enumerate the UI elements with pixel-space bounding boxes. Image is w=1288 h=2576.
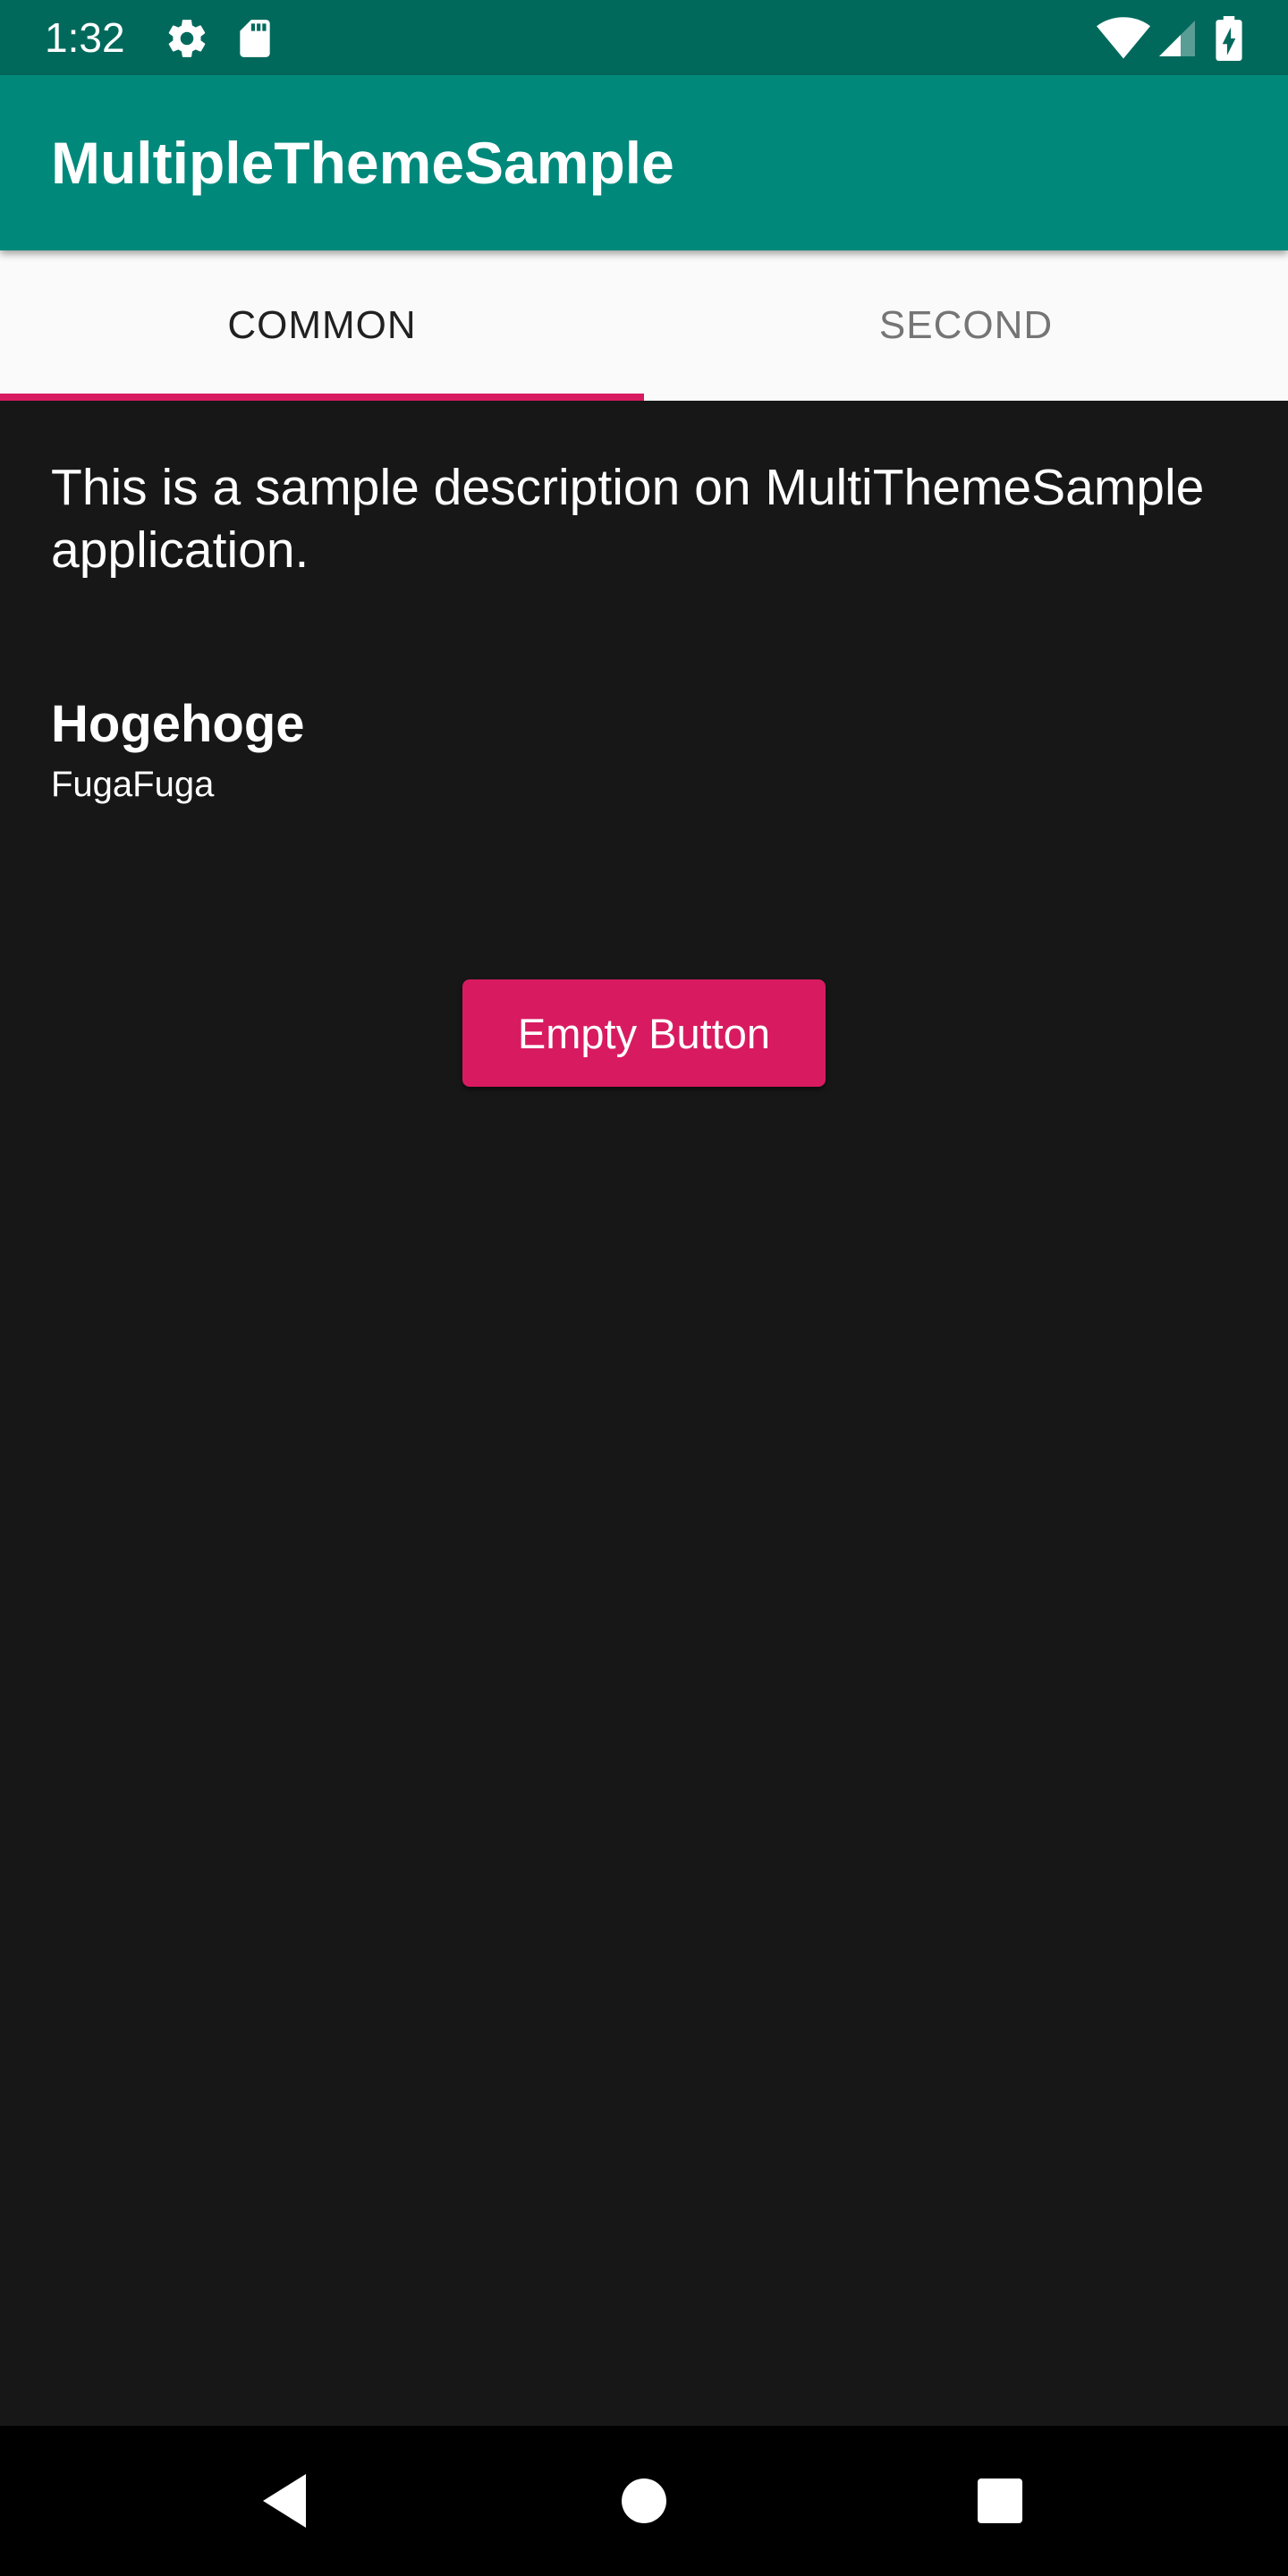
tab-indicator <box>0 394 644 401</box>
app-bar: MultipleThemeSample <box>0 75 1288 250</box>
battery-charging-icon <box>1213 16 1245 61</box>
content-area: This is a sample description on MultiThe… <box>0 401 1288 2426</box>
gear-icon <box>165 16 209 61</box>
status-time: 1:32 <box>45 14 125 61</box>
tab-second[interactable]: SECOND <box>644 250 1288 401</box>
tab-second-label: SECOND <box>878 303 1054 347</box>
back-icon[interactable] <box>250 2465 322 2537</box>
cell-signal-icon <box>1156 16 1199 61</box>
tab-common[interactable]: COMMON <box>0 250 644 401</box>
empty-button[interactable]: Empty Button <box>462 979 826 1087</box>
home-icon[interactable] <box>608 2465 680 2537</box>
tab-common-label: COMMON <box>227 303 417 347</box>
tab-bar: COMMON SECOND <box>0 250 1288 401</box>
recents-icon[interactable] <box>964 2465 1036 2537</box>
app-title: MultipleThemeSample <box>51 130 674 196</box>
item-title: Hogehoge <box>51 695 305 753</box>
screen: 1:32 MultipleThemeSample COMMON SECOND T… <box>0 0 1288 2576</box>
item-subtitle: FugaFuga <box>51 765 215 804</box>
description-text: This is a sample description on MultiThe… <box>51 459 1205 579</box>
sd-card-icon <box>233 16 277 61</box>
navigation-bar <box>0 2426 1288 2576</box>
wifi-icon <box>1097 16 1150 61</box>
status-bar: 1:32 <box>0 0 1288 75</box>
